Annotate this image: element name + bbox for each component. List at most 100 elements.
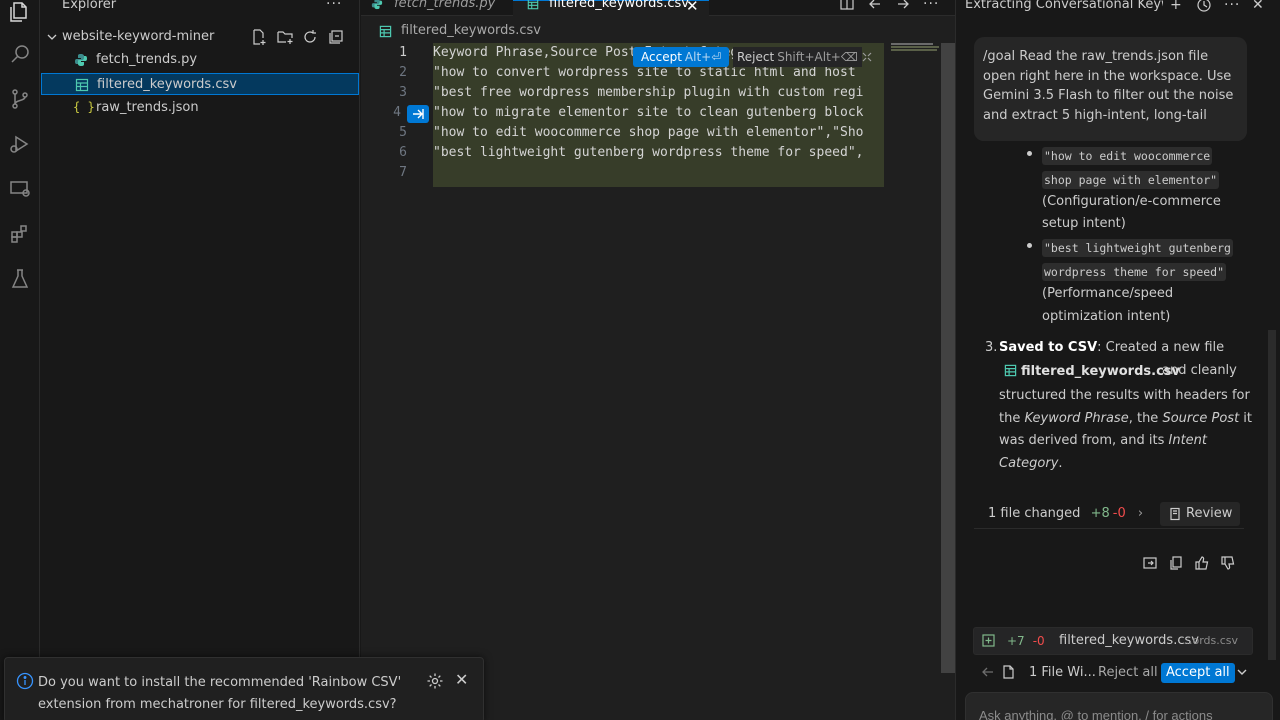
code-line: "how to edit woocommerce shop page with …: [433, 125, 864, 140]
python-icon: [371, 0, 383, 10]
file-item-filtered-keywords[interactable]: filtered_keywords.csv: [41, 73, 359, 95]
thumbs-down-icon[interactable]: [1220, 555, 1236, 571]
user-message[interactable]: /goal Read the raw_trends.json file open…: [974, 37, 1247, 141]
info-icon: [16, 672, 34, 690]
split-editor-icon[interactable]: [839, 0, 855, 12]
user-message-fade: [974, 123, 1247, 141]
arrow-left-icon[interactable]: [981, 665, 995, 679]
more-actions-icon[interactable]: ···: [923, 0, 939, 12]
accept-all-button[interactable]: Accept all: [1161, 663, 1235, 683]
accept-button[interactable]: Accept Alt+⏎: [633, 47, 730, 67]
response-line: structured the results with headers for: [999, 388, 1250, 403]
source-control-icon[interactable]: [8, 87, 32, 111]
user-message-text: /goal Read the raw_trends.json file open…: [983, 49, 1234, 123]
emphasis: Source Post: [1162, 411, 1240, 426]
folder-row[interactable]: website-keyword-miner: [40, 26, 360, 48]
line-number: 7: [399, 165, 407, 180]
chevron-right-icon: ›: [1137, 506, 1144, 521]
response-line: Category.: [999, 454, 1063, 474]
files-changed-text: 1 file changed +8 -0 ›: [988, 506, 1143, 521]
text: it: [1239, 411, 1253, 426]
insert-icon[interactable]: [1142, 555, 1158, 571]
line-number: 5: [399, 125, 407, 140]
file-item-raw-trends[interactable]: { } raw_trends.json: [40, 97, 360, 119]
close-panel-icon[interactable]: ✕: [1252, 0, 1268, 13]
more-actions-icon[interactable]: ···: [1224, 0, 1240, 13]
arrow-left-icon[interactable]: [867, 0, 883, 12]
changed-label: 1 file changed: [988, 506, 1081, 521]
testing-icon[interactable]: [8, 267, 32, 291]
tab-label: filtered_keywords.csv: [549, 0, 689, 11]
collapse-all-icon[interactable]: [327, 28, 345, 46]
files-changed-row[interactable]: 1 file changed +8 -0 › Review: [974, 499, 1244, 529]
file-item-fetch-trends[interactable]: fetch_trends.py: [40, 49, 360, 71]
extensions-icon[interactable]: [8, 222, 32, 246]
reject-button[interactable]: Reject Shift+Alt+⌫: [733, 47, 862, 67]
emphasis: Intent: [1168, 433, 1208, 448]
remote-explorer-icon[interactable]: [8, 177, 32, 201]
response-line: "how to edit woocommerce: [1042, 146, 1213, 167]
editor-scrollbar[interactable]: [941, 43, 955, 673]
minimap-line: [891, 49, 937, 51]
refresh-icon[interactable]: [301, 28, 319, 46]
review-icon: [1168, 507, 1182, 521]
file-name: raw_trends.json: [96, 100, 199, 115]
search-icon[interactable]: [8, 42, 32, 66]
activity-bar: [0, 0, 40, 720]
line-number: 2: [399, 65, 407, 80]
keyword-chip: "how to edit woocommerce: [1042, 147, 1213, 165]
chevron-down-icon[interactable]: [1235, 665, 1249, 679]
review-label: Review: [1186, 506, 1233, 521]
more-actions-icon[interactable]: ···: [326, 0, 342, 12]
file-icon: [1001, 665, 1015, 679]
lines-removed: -0: [1032, 634, 1045, 648]
chat-scrollbar[interactable]: [1268, 330, 1276, 660]
emphasis: Category: [999, 456, 1059, 471]
line-number: 4: [393, 105, 401, 120]
response-line: and cleanly: [1162, 363, 1237, 378]
message-actions: [1142, 555, 1242, 573]
new-chat-icon[interactable]: +: [1170, 0, 1186, 13]
reject-all-button[interactable]: Reject all: [1098, 665, 1158, 680]
run-debug-icon[interactable]: [8, 132, 32, 156]
line-number: 6: [399, 145, 407, 160]
gear-icon[interactable]: [426, 672, 444, 690]
close-notification-icon[interactable]: ✕: [455, 670, 468, 689]
history-icon[interactable]: [1196, 0, 1212, 13]
file-name: fetch_trends.py: [96, 52, 198, 67]
file-link[interactable]: filtered_keywords.csv: [1004, 362, 1180, 382]
tab-accept-icon[interactable]: [407, 105, 429, 123]
chat-input[interactable]: [979, 705, 1259, 720]
csv-icon: [379, 25, 392, 38]
new-file-icon[interactable]: [250, 28, 268, 46]
thumbs-up-icon[interactable]: [1194, 555, 1210, 571]
code-line: "how to convert wordpress site to static…: [433, 65, 856, 80]
minimap[interactable]: [891, 43, 941, 55]
explorer-icon[interactable]: [8, 0, 32, 24]
arrow-right-icon[interactable]: [895, 0, 911, 12]
response-line: (Performance/speed: [1042, 286, 1174, 301]
folder-name: website-keyword-miner: [62, 29, 215, 44]
csv-icon: [75, 78, 89, 92]
response-line: "best lightweight gutenberg: [1042, 238, 1233, 259]
review-button[interactable]: Review: [1160, 502, 1240, 526]
close-tab-icon[interactable]: ✕: [686, 0, 699, 15]
emphasis: Keyword Phrase: [1024, 411, 1129, 426]
new-folder-icon[interactable]: [276, 28, 294, 46]
notification-message: Do you want to install the recommended '…: [38, 675, 402, 712]
line-number: 1: [399, 45, 407, 60]
keyword-chip: "best lightweight gutenberg: [1042, 239, 1233, 257]
text: the: [999, 411, 1025, 426]
pending-files-label[interactable]: 1 File Wi...: [1029, 665, 1096, 680]
code-line: "best free wordpress membership plugin w…: [433, 85, 864, 100]
chat-panel: Extracting Conversational Keywords + ···…: [955, 0, 1280, 720]
tab-label: fetch_trends.py: [394, 0, 496, 11]
breadcrumb-file: filtered_keywords.csv: [401, 23, 541, 38]
step-title: Saved to CSV: [999, 340, 1098, 355]
edited-file-row[interactable]: +7 -0 filtered_keywords.csv ...ords.csv: [973, 627, 1253, 655]
copy-icon[interactable]: [1168, 555, 1184, 571]
bullet-dot: [1027, 151, 1032, 156]
collapse-diff-icon[interactable]: [859, 49, 875, 65]
step-text: : Created a new file: [1097, 340, 1225, 355]
edit-stats: +7 -0: [1007, 634, 1045, 648]
